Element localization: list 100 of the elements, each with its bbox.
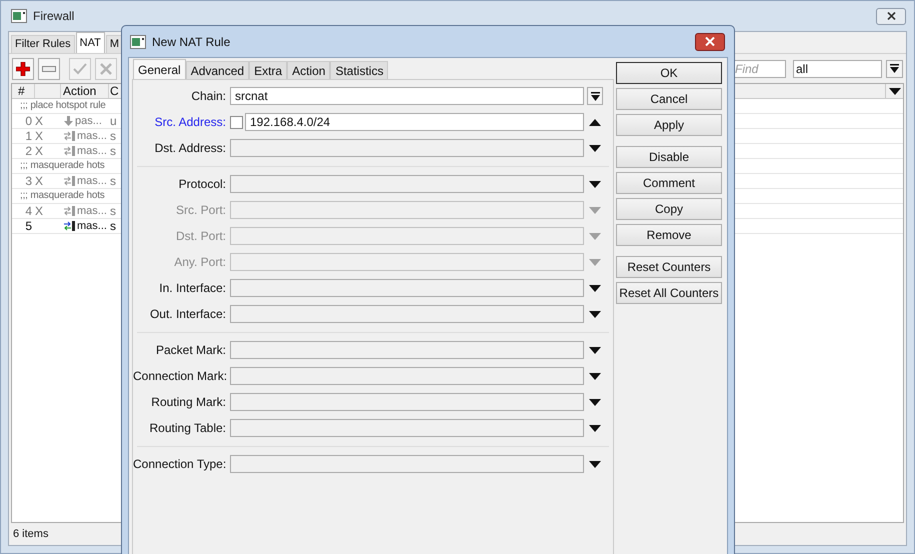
close-icon [886, 12, 896, 20]
dropdown-arrow-icon [590, 92, 600, 100]
input-field[interactable] [230, 175, 584, 193]
tab[interactable]: Action [287, 61, 330, 79]
dropdown-arrow-icon[interactable] [589, 284, 601, 292]
column-header[interactable]: # [12, 84, 35, 98]
dialog-button[interactable]: Apply [616, 114, 722, 136]
dropdown-arrow-icon[interactable] [589, 310, 601, 318]
field-label: Any. Port: [173, 254, 227, 271]
table-cell-text: s [109, 144, 117, 158]
tab[interactable]: Statistics [330, 61, 388, 79]
swap-arrows-icon [64, 221, 75, 231]
field-label: Src. Port: [174, 202, 227, 219]
table-cell: X [35, 144, 44, 158]
dialog-button[interactable]: OK [616, 62, 722, 84]
dropdown-arrow-icon[interactable] [589, 372, 601, 380]
input-field[interactable] [230, 419, 584, 437]
table-cell-text: s [109, 204, 117, 218]
negate-checkbox[interactable] [230, 116, 243, 128]
field-label: Packet Mark: [154, 342, 227, 359]
field-label: Src. Address: [154, 114, 227, 131]
input-field[interactable] [230, 139, 584, 157]
table-cell: mas... [77, 144, 107, 158]
tab[interactable]: Advanced [186, 61, 250, 79]
table-cell-text: 0 [24, 114, 33, 128]
window-title: Firewall [33, 8, 74, 25]
field-label: Protocol: [178, 176, 227, 193]
input-field[interactable] [230, 279, 584, 297]
check-icon [73, 62, 87, 74]
dropdown-arrow-icon[interactable] [589, 460, 601, 468]
dialog-button[interactable]: Copy [616, 198, 722, 220]
down-arrow-icon [64, 116, 73, 126]
dropdown-arrow-icon[interactable] [589, 398, 601, 406]
tab[interactable]: Extra [249, 61, 288, 79]
tab[interactable]: Filter Rules [11, 35, 75, 53]
filter-dropdown-button[interactable] [886, 60, 903, 78]
dialog-button[interactable]: Reset All Counters [616, 282, 722, 304]
input-field[interactable]: 192.168.4.0/24 [245, 113, 584, 131]
input-field[interactable] [230, 455, 584, 473]
dropdown-arrow-icon[interactable] [589, 424, 601, 432]
table-cell-text: 5 [24, 219, 33, 233]
dialog-button[interactable]: Remove [616, 224, 722, 246]
column-dropdown-button[interactable] [885, 84, 903, 99]
dropdown-arrow-icon[interactable] [888, 88, 900, 95]
input-field[interactable] [230, 367, 584, 385]
collapse-arrow-icon[interactable] [589, 118, 601, 126]
close-icon [705, 37, 715, 46]
table-cell: X [35, 114, 44, 128]
dropdown-button[interactable] [587, 87, 603, 105]
tab[interactable]: NAT [76, 32, 105, 53]
comment-row-text: ;;; masquerade hots [19, 159, 105, 173]
field-label: Connection Mark: [133, 368, 228, 385]
comment-row-text: ;;; place hotspot rule [19, 99, 106, 113]
close-button[interactable] [876, 8, 906, 24]
input-field[interactable] [230, 341, 584, 359]
table-cell-text: 4 [24, 204, 33, 218]
swap-arrows-icon [64, 146, 75, 156]
dialog-button[interactable]: Cancel [616, 88, 722, 110]
toolbar-button[interactable] [12, 58, 34, 80]
table-cell-text: 2 [24, 144, 33, 158]
table-cell-text: u [109, 114, 118, 128]
input-field[interactable] [230, 305, 584, 323]
comment-row-text: ;;; masquerade hots [19, 189, 105, 203]
column-header[interactable]: C [109, 84, 119, 98]
table-cell: X [35, 204, 44, 218]
filter-dropdown[interactable]: all [793, 60, 882, 78]
field-label: Chain: [190, 88, 227, 105]
table-cell: mas... [77, 204, 107, 218]
swap-arrows-icon [64, 176, 75, 186]
table-cell: pas... [75, 114, 102, 128]
tab[interactable]: General [133, 59, 186, 79]
swap-arrows-icon [64, 206, 75, 216]
window-icon [130, 34, 146, 48]
input-field[interactable]: srcnat [230, 87, 584, 105]
table-cell: mas... [77, 174, 107, 188]
dialog-button[interactable]: Comment [616, 172, 722, 194]
table-cell-text: s [109, 219, 117, 233]
field-label: In. Interface: [158, 280, 227, 297]
table-cell-text: 3 [24, 174, 33, 188]
field-label: Out. Interface: [148, 306, 227, 323]
column-header[interactable]: Action [61, 84, 109, 98]
input-field[interactable] [230, 393, 584, 411]
dropdown-arrow-icon[interactable] [589, 180, 601, 188]
plus-icon [16, 62, 30, 76]
table-cell-text: s [109, 174, 117, 188]
table-cell: mas... [77, 219, 107, 233]
dropdown-arrow-icon[interactable] [589, 144, 601, 152]
status-bar-text: 6 items [13, 526, 48, 542]
dialog-button[interactable]: Reset Counters [616, 256, 722, 278]
x-icon [100, 62, 112, 74]
dialog-button[interactable]: Disable [616, 146, 722, 168]
dropdown-arrow-icon[interactable] [589, 346, 601, 354]
close-button[interactable] [695, 32, 725, 50]
field-label: Connection Type: [133, 456, 228, 473]
field-label: Routing Mark: [150, 394, 227, 411]
table-cell-text: s [109, 129, 117, 143]
field-label: Routing Table: [148, 420, 227, 437]
tab[interactable]: M [106, 35, 123, 53]
table-cell: X [35, 129, 44, 143]
minus-icon [42, 66, 56, 72]
